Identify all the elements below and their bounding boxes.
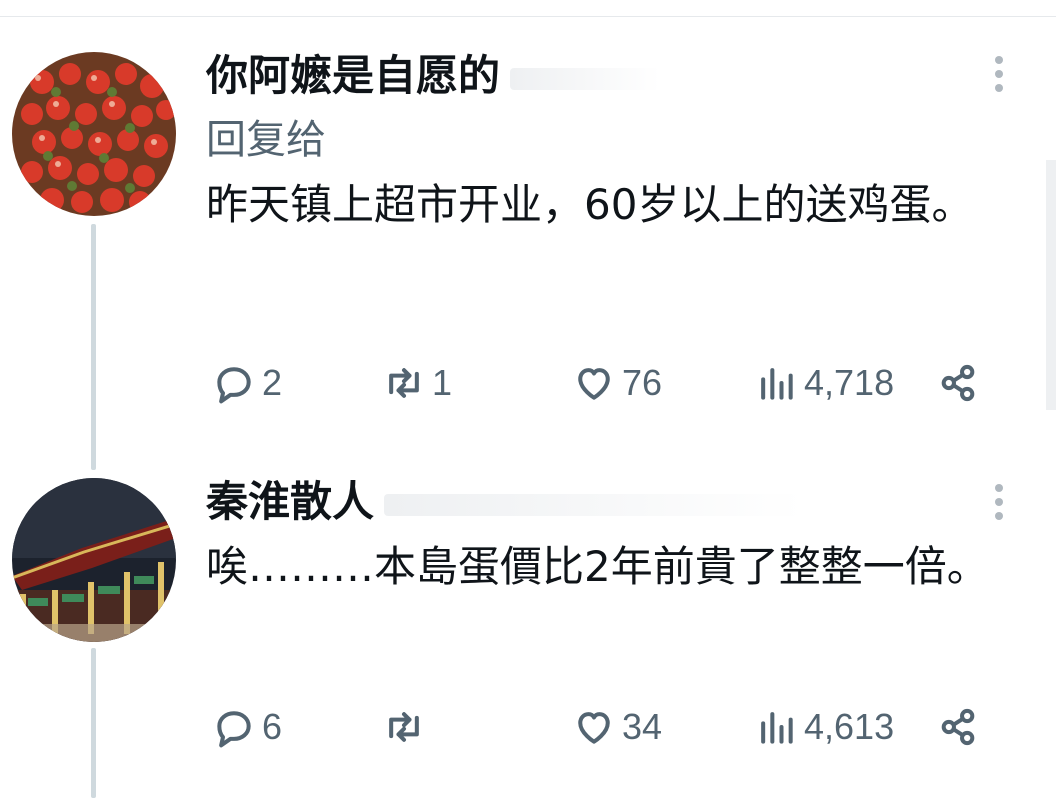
repost-icon xyxy=(389,712,419,742)
reply-to-label: 回复给 xyxy=(206,117,326,163)
post-text: 唉………本島蛋價比2年前貴了整整一倍。 xyxy=(206,542,989,591)
author-name[interactable]: 你阿嬷是自愿的 xyxy=(206,51,500,100)
action-bar: 6 34 4,613 xyxy=(206,702,986,752)
top-divider xyxy=(0,16,1056,17)
share-icon xyxy=(941,708,975,746)
author-name[interactable]: 秦淮散人 xyxy=(206,477,374,526)
reply-icon xyxy=(217,711,251,748)
view-count: 4,718 xyxy=(804,362,895,403)
like-button[interactable]: 76 xyxy=(572,358,662,408)
action-bar: 2 1 76 4,718 xyxy=(206,358,986,408)
redacted-handle xyxy=(510,67,661,90)
like-count: 76 xyxy=(622,362,663,403)
views-icon xyxy=(761,368,793,400)
repost-button[interactable] xyxy=(382,702,432,752)
share-button[interactable] xyxy=(936,358,980,408)
redacted-handle xyxy=(384,493,805,516)
view-count: 4,613 xyxy=(804,706,895,747)
reply-icon xyxy=(217,367,251,404)
more-options-button[interactable] xyxy=(990,480,1008,524)
reply-post[interactable]: 你阿嬷是自愿的 回复给 昨天镇上超市开业，60岁以上的送鸡蛋。 2 1 76 4… xyxy=(0,40,1056,470)
thread-line xyxy=(91,224,96,470)
reply-count: 6 xyxy=(262,706,283,747)
post-text: 昨天镇上超市开业，60岁以上的送鸡蛋。 xyxy=(206,180,974,229)
repost-button[interactable]: 1 xyxy=(382,358,452,408)
reply-button[interactable]: 2 xyxy=(212,358,282,408)
avatar[interactable] xyxy=(12,52,176,216)
views-icon xyxy=(761,712,793,744)
repost-count: 1 xyxy=(432,362,453,403)
views-button[interactable]: 4,718 xyxy=(754,358,894,408)
more-options-button[interactable] xyxy=(990,52,1008,96)
post-content: 秦淮散人 唉………本島蛋價比2年前貴了整整一倍。 xyxy=(206,476,1016,596)
heart-icon xyxy=(578,368,610,400)
heart-icon xyxy=(578,712,610,744)
views-button[interactable]: 4,613 xyxy=(754,702,894,752)
reply-post[interactable]: 秦淮散人 唉………本島蛋價比2年前貴了整整一倍。 6 34 4,613 xyxy=(0,462,1056,798)
reply-count: 2 xyxy=(262,362,283,403)
like-count: 34 xyxy=(622,706,663,747)
thread-line xyxy=(91,648,96,798)
post-content: 你阿嬷是自愿的 回复给 昨天镇上超市开业，60岁以上的送鸡蛋。 xyxy=(206,50,1016,234)
reply-button[interactable]: 6 xyxy=(212,702,282,752)
share-button[interactable] xyxy=(936,702,980,752)
share-icon xyxy=(941,364,975,402)
like-button[interactable]: 34 xyxy=(572,702,662,752)
avatar[interactable] xyxy=(12,478,176,642)
repost-icon xyxy=(389,368,419,398)
